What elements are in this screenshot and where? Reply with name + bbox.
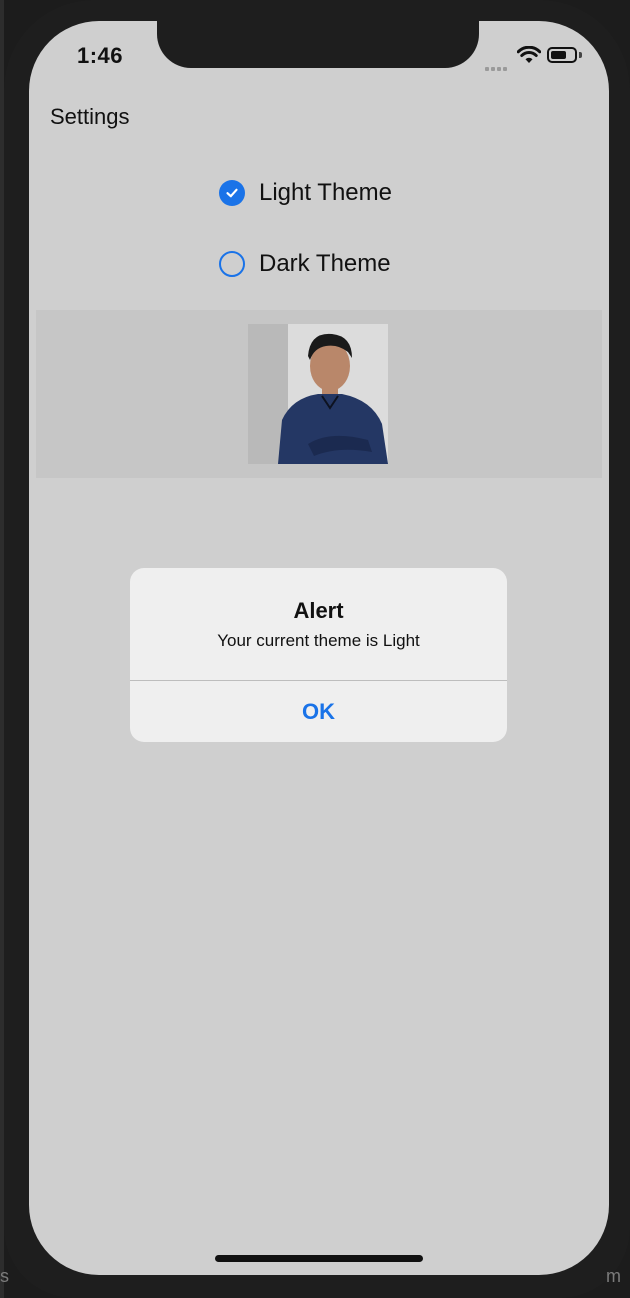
radio-label-light: Light Theme	[259, 179, 392, 206]
background-text-fragment-left: s	[0, 1266, 9, 1286]
device-frame: 1:46 Settings Light Theme Dark Theme Ale…	[0, 0, 630, 1298]
home-indicator[interactable]	[215, 1255, 423, 1262]
radio-unchecked-icon[interactable]	[219, 251, 245, 277]
profile-photo-container	[36, 310, 602, 478]
profile-photo	[248, 324, 388, 464]
radio-light-theme[interactable]: Light Theme	[219, 179, 392, 207]
alert-dialog: Alert Your current theme is Light OK	[130, 568, 507, 742]
notch	[157, 21, 479, 68]
background-text-fragment-right: m	[606, 1266, 621, 1286]
battery-cap	[579, 52, 582, 58]
radio-dark-theme[interactable]: Dark Theme	[219, 250, 391, 278]
status-time: 1:46	[77, 43, 124, 68]
radio-label-dark: Dark Theme	[259, 250, 391, 277]
ok-button[interactable]: OK	[130, 681, 507, 742]
wifi-icon	[516, 45, 542, 69]
battery-icon	[547, 47, 577, 63]
page-title: Settings	[50, 104, 130, 129]
alert-title: Alert	[293, 598, 344, 623]
cellular-signal-icon	[485, 58, 511, 71]
radio-checked-icon[interactable]	[219, 180, 245, 206]
alert-message: Your current theme is Light	[217, 631, 420, 650]
phone-screen: 1:46 Settings Light Theme Dark Theme Ale…	[29, 21, 609, 1275]
